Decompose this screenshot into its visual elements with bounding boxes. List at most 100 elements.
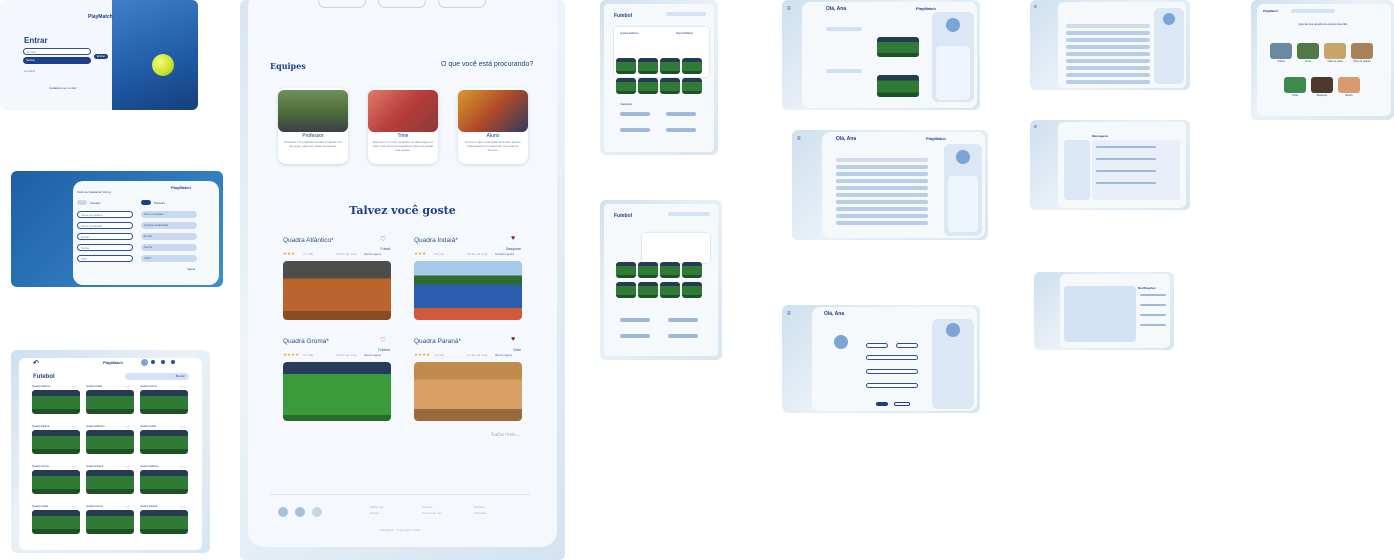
signup-field-left[interactable]: Senha bbox=[77, 244, 133, 251]
avatar[interactable] bbox=[946, 18, 960, 32]
court-photo[interactable] bbox=[86, 430, 134, 454]
sport-label[interactable]: Pista bbox=[1284, 94, 1306, 97]
court-photo[interactable] bbox=[660, 78, 680, 94]
footer-link[interactable]: Parceiros bbox=[474, 511, 487, 515]
sport-label[interactable]: Tênis bbox=[1297, 60, 1319, 63]
court-photo[interactable] bbox=[877, 75, 919, 97]
footer-link[interactable]: Termos de uso bbox=[422, 511, 442, 515]
save-button[interactable] bbox=[876, 402, 888, 406]
court-photo[interactable] bbox=[682, 262, 702, 278]
heart-icon[interactable]: ♡ bbox=[380, 235, 386, 243]
signup-field-right[interactable]: Nome completo bbox=[141, 211, 197, 218]
login-button[interactable]: Entrar bbox=[94, 54, 108, 59]
court-photo[interactable] bbox=[140, 430, 188, 454]
top-chip[interactable] bbox=[318, 0, 366, 8]
court-photo[interactable] bbox=[616, 262, 636, 278]
top-chip[interactable] bbox=[438, 0, 486, 8]
court-photo[interactable] bbox=[140, 470, 188, 494]
court-photo[interactable] bbox=[877, 37, 919, 57]
court-photo[interactable] bbox=[660, 58, 680, 74]
court-photo[interactable] bbox=[32, 390, 80, 414]
table-row[interactable] bbox=[836, 193, 928, 197]
instagram-icon[interactable] bbox=[278, 507, 288, 517]
avatar[interactable] bbox=[946, 323, 960, 337]
table-row[interactable] bbox=[836, 214, 928, 218]
sport-label[interactable]: Futsal bbox=[1270, 60, 1292, 63]
avatar[interactable] bbox=[141, 359, 148, 366]
table-row[interactable] bbox=[1066, 59, 1150, 63]
notification-item[interactable] bbox=[1140, 304, 1166, 306]
court-photo[interactable] bbox=[140, 510, 188, 534]
table-row[interactable] bbox=[836, 172, 928, 176]
signup-field-right[interactable]: Senha bbox=[141, 244, 197, 251]
court-photo[interactable] bbox=[638, 262, 658, 278]
court-photo[interactable] bbox=[616, 58, 636, 74]
search-input[interactable] bbox=[666, 12, 706, 16]
avatar[interactable] bbox=[834, 335, 848, 349]
twitter-icon[interactable] bbox=[312, 507, 322, 517]
table-row[interactable] bbox=[1066, 66, 1150, 70]
court-photo[interactable] bbox=[638, 282, 658, 298]
court-photo[interactable] bbox=[414, 261, 522, 320]
court-photo[interactable] bbox=[682, 282, 702, 298]
sport-label[interactable]: Beach bbox=[1338, 94, 1360, 97]
search-input[interactable] bbox=[668, 212, 710, 216]
search-input[interactable]: Buscar bbox=[125, 373, 189, 380]
usuario-toggle[interactable] bbox=[77, 200, 87, 205]
table-row[interactable] bbox=[836, 200, 928, 204]
form-field[interactable] bbox=[866, 343, 888, 348]
see-more-link[interactable]: Saiba mais... bbox=[491, 432, 520, 438]
footer-link[interactable]: Sobre nós bbox=[370, 505, 384, 509]
court-photo[interactable] bbox=[682, 58, 702, 74]
form-field[interactable] bbox=[866, 369, 918, 374]
sport-label[interactable]: Vôlei de quadra bbox=[1351, 60, 1373, 63]
form-field[interactable] bbox=[866, 383, 918, 388]
court-photo[interactable] bbox=[660, 262, 680, 278]
sport-photo[interactable] bbox=[1351, 43, 1373, 59]
sport-photo[interactable] bbox=[1324, 43, 1346, 59]
facebook-icon[interactable] bbox=[295, 507, 305, 517]
table-row[interactable] bbox=[836, 165, 928, 169]
court-photo[interactable] bbox=[638, 58, 658, 74]
menu-icon[interactable]: ≡ bbox=[1034, 124, 1037, 130]
remember-checkbox[interactable]: Lembrar bbox=[24, 69, 35, 73]
footer-link[interactable]: Contato bbox=[422, 505, 433, 509]
signup-field-right[interactable]: CNPJ bbox=[141, 255, 197, 262]
court-photo[interactable] bbox=[682, 78, 702, 94]
back-arrow-icon[interactable]: ↶ bbox=[33, 359, 39, 367]
chat-icon[interactable] bbox=[161, 360, 165, 364]
signup-field-left[interactable]: E-mail bbox=[77, 233, 133, 240]
avatar[interactable] bbox=[1163, 13, 1175, 25]
table-row[interactable] bbox=[1066, 31, 1150, 35]
contacts-list[interactable] bbox=[1064, 140, 1090, 200]
table-row[interactable] bbox=[1066, 38, 1150, 42]
court-photo[interactable] bbox=[616, 78, 636, 94]
email-field[interactable]: E-mail bbox=[23, 48, 91, 55]
table-row[interactable] bbox=[836, 207, 928, 211]
signup-field-left[interactable]: CPF bbox=[77, 255, 133, 262]
court-photo[interactable] bbox=[32, 470, 80, 494]
sport-photo[interactable] bbox=[1284, 77, 1306, 93]
menu-icon[interactable]: ≡ bbox=[787, 311, 791, 317]
form-field[interactable] bbox=[866, 355, 918, 360]
table-row[interactable] bbox=[1066, 24, 1150, 28]
court-photo[interactable] bbox=[616, 282, 636, 298]
sport-photo[interactable] bbox=[1338, 77, 1360, 93]
calendar-popup[interactable] bbox=[642, 233, 710, 263]
court-name[interactable]: Quadra Atlântico* bbox=[283, 237, 334, 244]
court-photo[interactable] bbox=[414, 362, 522, 421]
table-row[interactable] bbox=[1066, 80, 1150, 84]
notification-list[interactable] bbox=[1064, 286, 1136, 342]
court-name[interactable]: Quadra Groma* bbox=[283, 338, 329, 345]
sport-label[interactable]: Basquete bbox=[1311, 94, 1333, 97]
heart-icon[interactable]: ♡ bbox=[380, 336, 386, 344]
table-row[interactable] bbox=[836, 179, 928, 183]
notification-item[interactable] bbox=[1140, 324, 1166, 326]
avatar[interactable] bbox=[956, 150, 970, 164]
menu-icon[interactable]: ≡ bbox=[797, 136, 801, 142]
table-row[interactable] bbox=[836, 186, 928, 190]
court-photo[interactable] bbox=[660, 282, 680, 298]
table-row[interactable] bbox=[836, 221, 928, 225]
court-name[interactable]: Quadra Indaiá* bbox=[414, 237, 458, 244]
bell-icon[interactable] bbox=[171, 360, 175, 364]
